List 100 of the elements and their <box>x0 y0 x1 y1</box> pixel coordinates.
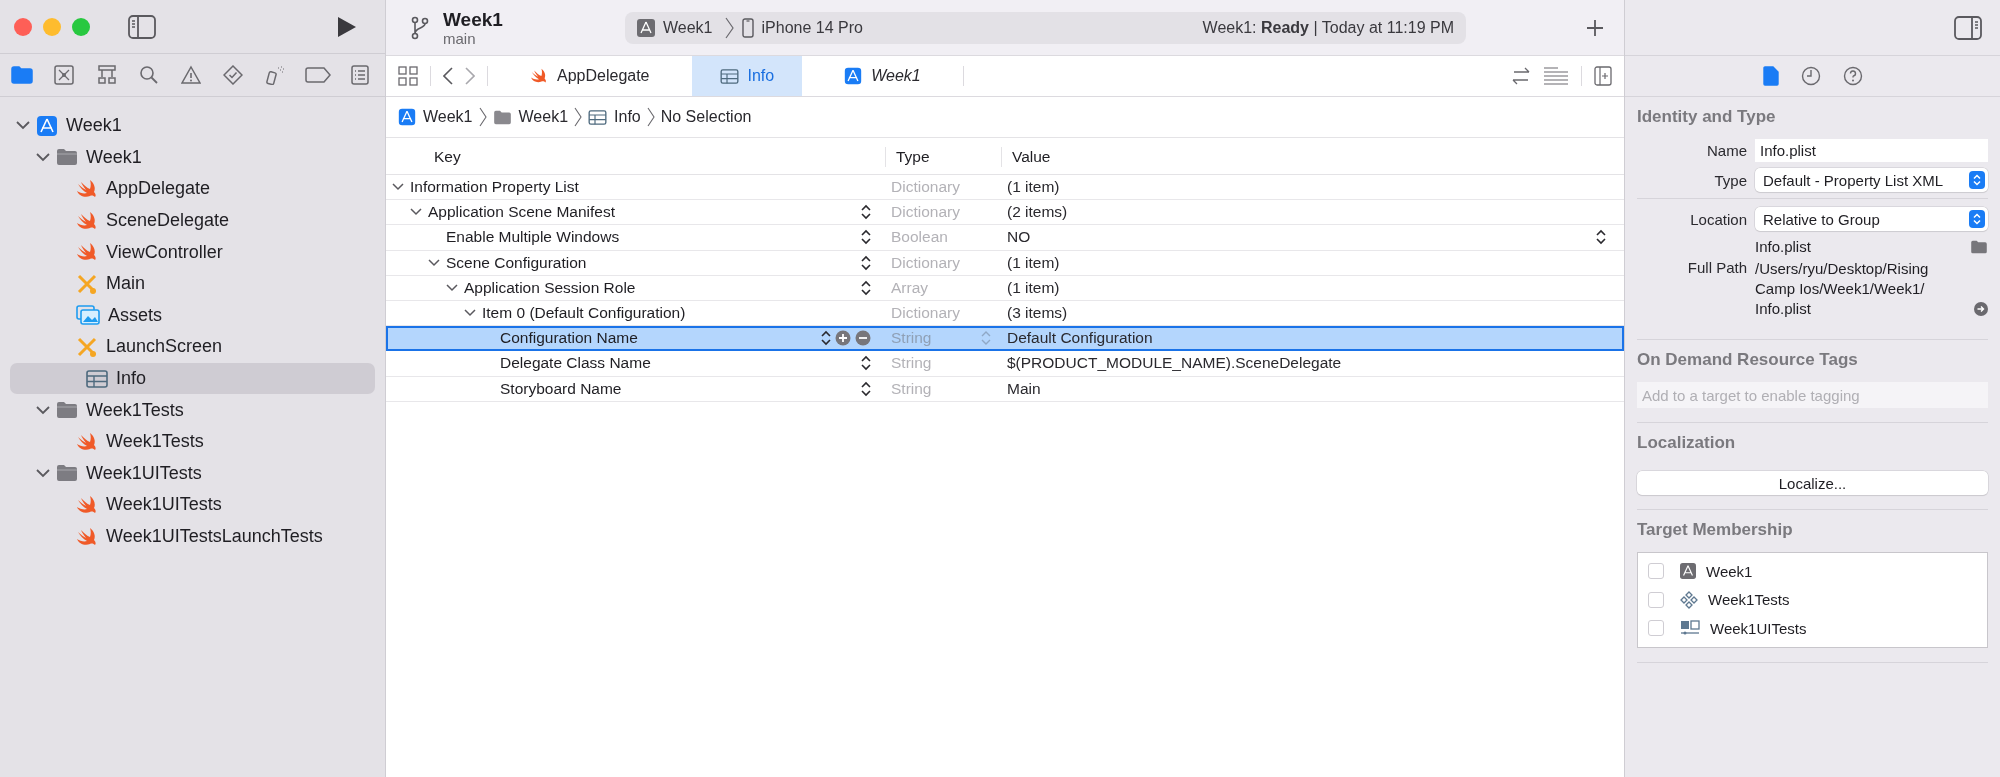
disclosure-chevron-icon[interactable] <box>428 258 440 267</box>
value-cell: (2 items) <box>1007 203 1068 222</box>
disclosure-chevron-icon[interactable] <box>464 309 476 318</box>
breadcrumb-item[interactable]: Info <box>588 108 641 126</box>
navigator-item[interactable]: LaunchScreen <box>0 331 375 363</box>
editor-tab[interactable]: Week1 <box>814 56 951 96</box>
plist-row[interactable]: Configuration Name String Default Configuration <box>386 326 1624 352</box>
column-header[interactable]: Key <box>386 148 885 166</box>
type-cell: Boolean <box>891 228 948 247</box>
run-icon[interactable] <box>337 15 357 38</box>
plist-row[interactable]: Delegate Class Name String $(PRODUCT_MODULE_NAME).SceneDelegate <box>386 351 1624 377</box>
stepper-icon[interactable] <box>861 380 871 397</box>
swap-arrows-icon[interactable] <box>1511 67 1531 85</box>
value-cell: (3 items) <box>1007 304 1068 323</box>
value-cell: Main <box>1007 379 1041 398</box>
diamonds-icon <box>1680 590 1698 609</box>
add-icon[interactable] <box>1586 18 1604 37</box>
type-cell: Array <box>891 278 929 297</box>
inspector-toggle-icon[interactable] <box>1954 15 1982 40</box>
section-title: On Demand Resource Tags <box>1637 349 1859 371</box>
disclosure-chevron-icon[interactable] <box>392 183 404 192</box>
phone-icon <box>741 17 754 38</box>
table-icon <box>719 68 739 84</box>
navigator-item[interactable]: Info <box>10 362 375 395</box>
type-popup[interactable]: Default - Property List XML <box>1755 168 1988 192</box>
navigator-item-label: Week1 <box>66 115 122 137</box>
breadcrumb-item[interactable]: Week1 <box>492 108 569 126</box>
disclosure-chevron-icon[interactable] <box>36 468 50 478</box>
branch-icon <box>411 15 429 40</box>
navigator-item-label: Assets <box>108 304 163 326</box>
navigator-item[interactable]: Assets <box>0 299 375 332</box>
navigator-item[interactable]: Week1Tests <box>0 394 375 426</box>
plist-row[interactable]: Information Property List Dictionary (1 item) <box>386 175 1624 201</box>
navigator-item[interactable]: SceneDelegate <box>0 204 375 237</box>
navigator-item[interactable]: Main <box>0 267 375 300</box>
add-editor-icon[interactable] <box>1594 66 1612 86</box>
swift-bird-icon <box>76 210 98 231</box>
editor-tab[interactable]: AppDelegate <box>500 56 680 96</box>
stepper-icon[interactable] <box>861 254 871 271</box>
target-checkbox[interactable] <box>1648 591 1664 608</box>
editor-tab[interactable]: Info <box>691 56 803 96</box>
target-checkbox[interactable] <box>1648 620 1664 637</box>
app-icon <box>1680 563 1696 580</box>
navigator-item[interactable]: Week1UITests <box>0 457 375 490</box>
stepper-icon[interactable] <box>861 229 871 246</box>
remove-row-icon[interactable] <box>855 330 871 347</box>
close-window-button[interactable] <box>14 17 32 36</box>
plist-row[interactable]: Scene Configuration Dictionary (1 item) <box>386 250 1624 276</box>
device-selector[interactable]: iPhone 14 Pro <box>761 18 863 37</box>
back-icon[interactable] <box>443 67 453 85</box>
navigator-item[interactable]: ViewController <box>0 236 375 268</box>
stepper-icon[interactable] <box>1596 229 1606 246</box>
arrow-circle-icon[interactable] <box>1974 302 1988 316</box>
breadcrumb-item[interactable]: No Selection <box>660 108 752 126</box>
history-inspector-tab[interactable] <box>1800 66 1821 86</box>
add-row-icon[interactable] <box>835 330 851 347</box>
column-header[interactable]: Type <box>885 147 1001 167</box>
disclosure-chevron-icon[interactable] <box>36 152 50 162</box>
key-cell: Delegate Class Name <box>500 354 651 373</box>
scheme-selector[interactable]: Week1 <box>663 18 713 37</box>
help-inspector-tab[interactable] <box>1842 66 1863 86</box>
swift-bird-icon <box>530 68 548 84</box>
stepper-icon[interactable] <box>821 330 831 347</box>
stepper-icon[interactable] <box>861 204 871 221</box>
file-inspector-tab[interactable] <box>1762 66 1779 86</box>
location-popup[interactable]: Relative to Group <box>1755 207 1988 231</box>
field-label: Name <box>1706 142 1747 159</box>
disclosure-chevron-icon[interactable] <box>16 121 30 131</box>
plist-row[interactable]: Application Scene Manifest Dictionary (2 items) <box>386 200 1624 226</box>
plist-row[interactable]: Application Session Role Array (1 item) <box>386 275 1624 301</box>
navigator-item[interactable]: Week1 <box>0 110 375 142</box>
navigator-item-label: Week1UITests <box>86 462 202 484</box>
folder-icon[interactable] <box>1970 240 1988 254</box>
navigator-item-label: ViewController <box>106 241 223 263</box>
navigator-item[interactable]: Week1 <box>0 141 375 174</box>
stepper-icon[interactable] <box>861 355 871 372</box>
disclosure-chevron-icon[interactable] <box>36 405 50 415</box>
navigator-item[interactable]: Week1Tests <box>0 425 375 458</box>
forward-icon[interactable] <box>465 67 475 85</box>
name-field[interactable]: Info.plist <box>1755 139 1988 162</box>
target-checkbox[interactable] <box>1648 563 1664 580</box>
target-name: Week1UITests <box>1710 619 1807 637</box>
table-icon <box>86 369 108 388</box>
field-label: Type <box>1713 171 1747 189</box>
plist-row[interactable]: Enable Multiple Windows Boolean NO <box>386 225 1624 251</box>
grid-icon[interactable] <box>398 66 418 86</box>
field-label: Location <box>1689 210 1747 228</box>
breadcrumb-item[interactable]: Week1 <box>398 108 473 126</box>
chevron-right-icon <box>574 107 583 127</box>
localize-button[interactable]: Localize... <box>1637 471 1988 495</box>
swift-bird-icon <box>76 242 98 263</box>
navigator-item-label: Week1Tests <box>86 399 184 421</box>
sidebar-toggle-icon[interactable] <box>128 14 156 39</box>
stepper-icon[interactable] <box>861 279 871 296</box>
navigator-item[interactable]: Week1UITestsLaunchTests <box>0 520 375 553</box>
navigator-item[interactable]: Week1UITests <box>0 489 375 521</box>
disclosure-chevron-icon[interactable] <box>410 208 422 217</box>
disclosure-chevron-icon[interactable] <box>446 283 458 292</box>
plist-row[interactable]: Storyboard Name String Main <box>386 376 1624 402</box>
navigator-item[interactable]: AppDelegate <box>0 173 375 205</box>
